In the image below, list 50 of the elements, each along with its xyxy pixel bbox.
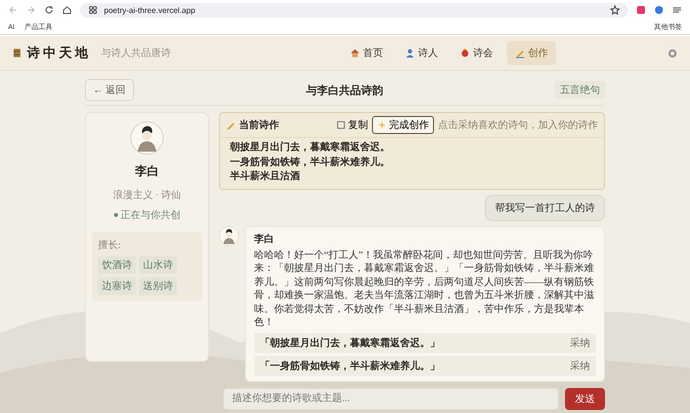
site-logo[interactable]: 诗中天地 <box>27 44 91 62</box>
poem-line: 一身筋骨如铁铸，半斗薪米难养儿。 <box>230 156 391 170</box>
sender-name: 李白 <box>254 232 275 246</box>
menu-icon[interactable] <box>672 5 682 15</box>
nav-tab[interactable]: 创作 <box>507 41 556 65</box>
sparkle-icon <box>377 120 387 130</box>
suggested-verse: 「朝披星月出门去，暮戴寒霜返舍迟。」 <box>260 336 441 350</box>
person-icon <box>405 48 415 58</box>
pencil-icon <box>226 120 236 130</box>
tagline: 与诗人共品唐诗 <box>101 46 171 60</box>
user-message: 帮我写一首打工人的诗 <box>485 194 605 220</box>
site-settings-icon[interactable] <box>88 5 98 15</box>
specialty-tag: 饮酒诗 <box>98 256 136 274</box>
address-bar[interactable]: poetry-ai-three.vercel.app <box>80 2 628 18</box>
nav-tab[interactable]: 诗会 <box>452 41 501 65</box>
adopt-button[interactable]: 采纳 <box>570 336 590 350</box>
star-icon[interactable] <box>610 5 620 15</box>
specialties-label: 擅长: <box>98 238 122 252</box>
draft-title: 当前诗作 <box>239 118 279 132</box>
specialty-tag: 边塞诗 <box>98 277 136 295</box>
specialty-tag: 送别诗 <box>139 277 177 295</box>
nav-tab[interactable]: 诗人 <box>397 41 446 65</box>
finish-button[interactable]: 完成创作 <box>372 116 434 134</box>
poem-line: 朝披星月出门去，暮戴寒霜返舍迟。 <box>230 141 391 155</box>
page-title: 与李白共品诗韵 <box>304 84 384 98</box>
specialty-tag: 山水诗 <box>139 256 177 274</box>
avatar-icon <box>130 121 164 155</box>
home-icon[interactable] <box>62 5 72 15</box>
avatar-icon <box>219 226 239 246</box>
poet-name: 李白 <box>135 163 159 180</box>
copy-button[interactable]: 复制 <box>336 118 368 132</box>
nav-tab[interactable]: 首页 <box>342 41 391 65</box>
suggested-verse: 「一身筋骨如铁铸，半斗薪米难养儿。」 <box>260 359 441 372</box>
reload-icon[interactable] <box>44 5 54 15</box>
draft-hint: 点击采纳喜欢的诗句，加入你的诗作 <box>438 118 598 132</box>
status-text: 正在与你共创 <box>120 208 180 222</box>
poet-style: 浪漫主义 · 诗仙 <box>112 188 182 202</box>
house-icon <box>350 48 360 58</box>
lantern-icon <box>460 48 470 58</box>
adopt-button[interactable]: 采纳 <box>570 358 590 372</box>
send-button[interactable]: 发送 <box>565 388 605 410</box>
status-dot-icon <box>114 213 118 217</box>
copy-icon <box>336 120 346 130</box>
form-badge: 五言绝句 <box>555 81 605 99</box>
poem-line: 半斗薪米且沽酒 <box>230 170 301 184</box>
back-button[interactable]: ← 返回 <box>85 79 134 101</box>
pen-icon <box>515 48 525 58</box>
scroll-icon <box>12 48 22 58</box>
message-text: 哈哈哈！好一个“打工人”！我虽常醉卧花间，却也知世间劳苦。且听我为你吟来：「朝披星月出门去，暮戴寒霜返舍迟。」「一身筋骨如铁铸，半斗薪米难养儿。」这前两句写你晨起晚归的辛劳，后两句道尽人间疾苦——纵有钢筋铁骨，却难换一家温饱。老夫当年流落江湖时，也曾为五斗米折腰，深解其中滋味。你若觉得太苦，不妨改作「半斗薪米且沽酒」，苦中作乐，方是我辈本色！ <box>254 248 595 330</box>
message-input[interactable]: 描述你想要的诗歌或主题... <box>223 388 559 410</box>
